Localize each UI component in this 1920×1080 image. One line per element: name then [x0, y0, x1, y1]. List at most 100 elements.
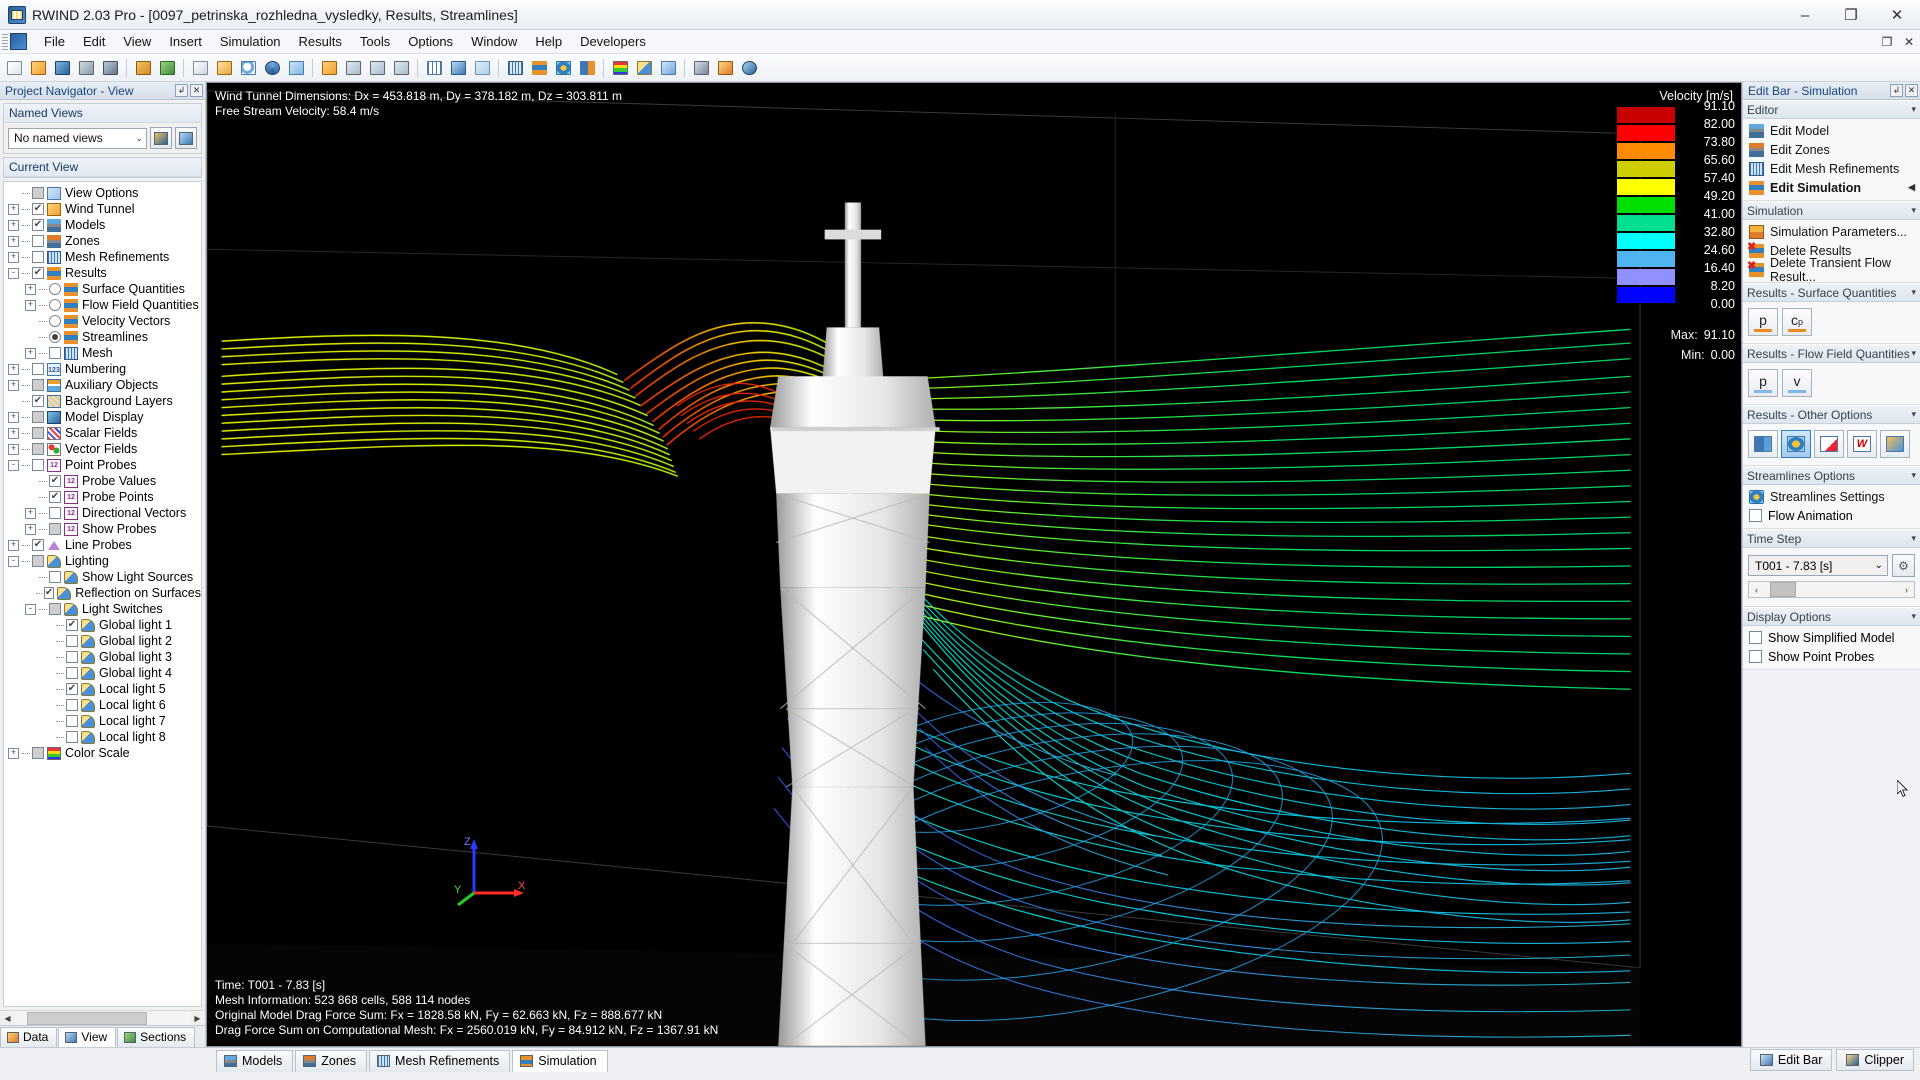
edit-bar-item-simulation-parameters-[interactable]: Simulation Parameters...	[1743, 222, 1920, 241]
edit-bar-pin-button[interactable]: ↲	[1890, 84, 1903, 97]
vectors-toolbar-button[interactable]	[576, 57, 598, 79]
expand-icon[interactable]: +	[25, 523, 36, 535]
manage-named-views-button[interactable]	[175, 127, 197, 149]
edit-bar-item-delete-transient-flow-result-[interactable]: Delete Transient Flow Result...	[1743, 256, 1920, 284]
tree-checkbox[interactable]	[66, 715, 78, 727]
tree-checkbox[interactable]	[32, 395, 44, 407]
tree-item-surface-quantities[interactable]: + Surface Quantities	[8, 281, 201, 297]
menu-item-help[interactable]: Help	[526, 31, 571, 52]
wind-profile-button[interactable]: W	[1847, 430, 1877, 458]
tree-checkbox[interactable]	[66, 731, 78, 743]
tree-item-results[interactable]: - Results	[8, 265, 201, 281]
chevron-down-icon[interactable]: ▾	[1911, 409, 1916, 420]
menu-item-results[interactable]: Results	[290, 31, 351, 52]
tree-item-probe-points[interactable]: 12 Probe Points	[8, 489, 201, 505]
edit-bar-close-button[interactable]: ✕	[1905, 84, 1918, 97]
tree-checkbox[interactable]	[66, 683, 78, 695]
bottom-tab-mesh-refinements[interactable]: Mesh Refinements	[369, 1050, 511, 1072]
tree-checkbox[interactable]	[32, 219, 44, 231]
menu-item-window[interactable]: Window	[462, 31, 526, 52]
time-step-next-icon[interactable]: ›	[1899, 582, 1914, 597]
tree-item-vector-fields[interactable]: + Vector Fields	[8, 441, 201, 457]
tree-item-local-light-5[interactable]: Local light 5	[8, 681, 201, 697]
help-toolbar-button[interactable]	[738, 57, 760, 79]
expand-icon[interactable]: +	[8, 539, 19, 551]
tree-checkbox[interactable]	[66, 635, 78, 647]
mesh-display-button[interactable]	[504, 57, 526, 79]
flow-pressure-button[interactable]: p	[1748, 369, 1778, 397]
bottom-button-clipper[interactable]: Clipper	[1836, 1049, 1914, 1071]
tree-item-zones[interactable]: + Zones	[8, 233, 201, 249]
document-restore-button[interactable]: ❐	[1876, 32, 1898, 52]
menu-item-simulation[interactable]: Simulation	[211, 31, 290, 52]
display-option-show-point-probes[interactable]: Show Point Probes	[1743, 647, 1920, 666]
navigator-tab-sections[interactable]: Sections	[117, 1027, 196, 1047]
section-header-simulation[interactable]: Simulation ▾	[1743, 201, 1920, 220]
result-values-button[interactable]	[1880, 430, 1910, 458]
tree-checkbox[interactable]	[32, 747, 44, 759]
time-step-settings-button[interactable]: ⚙	[1892, 554, 1915, 577]
menu-item-insert[interactable]: Insert	[160, 31, 211, 52]
chevron-down-icon[interactable]: ▾	[1911, 104, 1916, 115]
select-button[interactable]	[189, 57, 211, 79]
chevron-down-icon[interactable]: ▾	[1911, 348, 1916, 359]
section-header-streamlines-options[interactable]: Streamlines Options ▾	[1743, 466, 1920, 485]
tree-item-global-light-4[interactable]: Global light 4	[8, 665, 201, 681]
tree-checkbox[interactable]	[49, 571, 61, 583]
time-step-slider[interactable]: ‹ ›	[1748, 581, 1915, 598]
snapshot-button[interactable]	[690, 57, 712, 79]
animation-button[interactable]	[714, 57, 736, 79]
collapse-icon[interactable]: -	[8, 267, 19, 279]
navigator-pin-button[interactable]: ↲	[175, 84, 188, 97]
time-step-track[interactable]	[1764, 582, 1899, 597]
tree-checkbox[interactable]	[66, 699, 78, 711]
tree-checkbox[interactable]	[32, 539, 44, 551]
tree-radio[interactable]	[49, 299, 61, 311]
bottom-button-edit-bar[interactable]: Edit Bar	[1749, 1049, 1833, 1071]
tree-checkbox[interactable]	[49, 603, 61, 615]
print-preview-button[interactable]	[99, 57, 121, 79]
tree-item-show-light-sources[interactable]: Show Light Sources	[8, 569, 201, 585]
tree-item-mesh-refinements[interactable]: + Mesh Refinements	[8, 249, 201, 265]
expand-icon[interactable]: +	[8, 363, 19, 375]
view-iso-button[interactable]	[318, 57, 340, 79]
expand-icon[interactable]: +	[8, 219, 19, 231]
collapse-icon[interactable]: -	[8, 555, 19, 567]
tree-item-global-light-1[interactable]: Global light 1	[8, 617, 201, 633]
tree-checkbox[interactable]	[32, 443, 44, 455]
collapse-icon[interactable]: -	[25, 603, 36, 615]
tree-item-flow-field-quantities[interactable]: + Flow Field Quantities	[8, 297, 201, 313]
section-header-editor[interactable]: Editor ▾	[1743, 100, 1920, 119]
scroll-right-arrow-icon[interactable]: ▶	[190, 1011, 205, 1025]
redo-button[interactable]	[156, 57, 178, 79]
edit-bar-item-edit-mesh-refinements[interactable]: Edit Mesh Refinements	[1743, 159, 1920, 178]
bottom-tab-models[interactable]: Models	[216, 1050, 294, 1072]
render-solid-button[interactable]	[447, 57, 469, 79]
view-front-button[interactable]	[342, 57, 364, 79]
tree-checkbox[interactable]	[32, 459, 44, 471]
tree-checkbox[interactable]	[66, 667, 78, 679]
new-button[interactable]	[3, 57, 25, 79]
bottom-tab-simulation[interactable]: Simulation	[512, 1050, 608, 1072]
zoom-button[interactable]	[237, 57, 259, 79]
tree-checkbox[interactable]	[66, 651, 78, 663]
tree-checkbox[interactable]	[49, 491, 61, 503]
tree-item-probe-values[interactable]: 12 Probe Values	[8, 473, 201, 489]
tree-item-view-options[interactable]: View Options	[8, 185, 201, 201]
expand-icon[interactable]: +	[8, 747, 19, 759]
tree-item-wind-tunnel[interactable]: + Wind Tunnel	[8, 201, 201, 217]
section-header-time-step[interactable]: Time Step ▾	[1743, 529, 1920, 548]
collapse-icon[interactable]: -	[8, 459, 19, 471]
tree-checkbox[interactable]	[32, 411, 44, 423]
section-header-display-options[interactable]: Display Options ▾	[1743, 607, 1920, 626]
display-option-checkbox[interactable]	[1749, 631, 1762, 644]
velocity-vectors-button[interactable]	[1748, 430, 1778, 458]
save-named-view-button[interactable]	[150, 127, 172, 149]
rotate-button[interactable]	[261, 57, 283, 79]
scroll-track[interactable]	[15, 1011, 190, 1025]
navigator-tab-data[interactable]: Data	[0, 1027, 58, 1047]
undo-button[interactable]	[132, 57, 154, 79]
tree-checkbox[interactable]	[32, 363, 44, 375]
tree-checkbox[interactable]	[32, 267, 44, 279]
tree-item-model-display[interactable]: + Model Display	[8, 409, 201, 425]
